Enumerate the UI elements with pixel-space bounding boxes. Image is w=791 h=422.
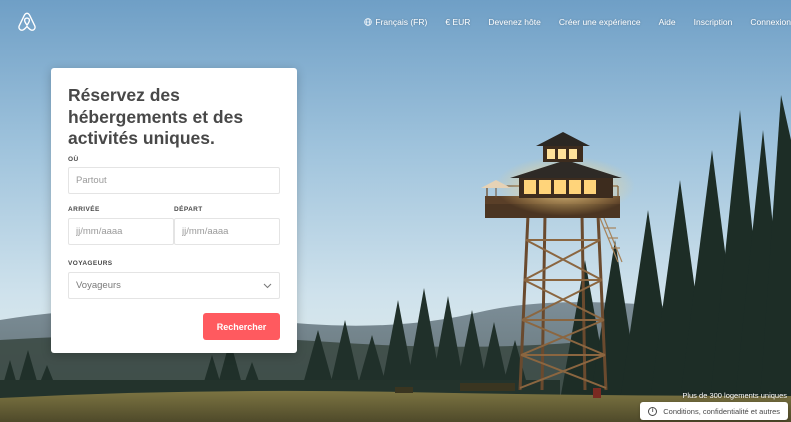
checkin-input[interactable] xyxy=(68,218,174,245)
top-navigation: Français (FR) € EUR Devenez hôte Créer u… xyxy=(0,0,791,44)
photo-caption[interactable]: Plus de 300 logements uniques xyxy=(682,391,787,400)
chevron-down-icon xyxy=(263,283,272,289)
where-label: OÙ xyxy=(68,156,79,163)
language-selector[interactable]: Français (FR) xyxy=(364,17,427,27)
guests-label: VOYAGEURS xyxy=(68,260,113,267)
search-card: Réservez des hébergements et des activit… xyxy=(51,68,297,353)
create-experience-link[interactable]: Créer une expérience xyxy=(559,17,641,27)
nav-links: Français (FR) € EUR Devenez hôte Créer u… xyxy=(364,0,791,44)
guests-select-value: Voyageurs xyxy=(76,280,121,291)
become-host-link[interactable]: Devenez hôte xyxy=(488,17,540,27)
legal-footer-label: Conditions, confidentialité et autres xyxy=(663,406,780,416)
checkout-input[interactable] xyxy=(174,218,280,245)
checkin-label: ARRIVÉE xyxy=(68,206,100,213)
currency-selector[interactable]: € EUR xyxy=(445,17,470,27)
signup-link[interactable]: Inscription xyxy=(694,17,733,27)
search-card-title: Réservez des hébergements et des activit… xyxy=(68,85,244,148)
info-icon: i xyxy=(648,406,658,416)
checkout-label: DÉPART xyxy=(174,206,203,213)
airbnb-logo-mark xyxy=(18,12,36,31)
where-input[interactable] xyxy=(68,167,280,194)
airbnb-logo-icon[interactable] xyxy=(16,11,38,33)
login-link[interactable]: Connexion xyxy=(750,17,791,27)
hero-background: Français (FR) € EUR Devenez hôte Créer u… xyxy=(0,0,791,422)
help-link[interactable]: Aide xyxy=(659,17,676,27)
search-button[interactable]: Rechercher xyxy=(203,313,280,340)
globe-icon xyxy=(364,18,373,26)
guests-select[interactable]: Voyageurs xyxy=(68,272,280,299)
legal-footer-button[interactable]: i Conditions, confidentialité et autres xyxy=(640,402,788,420)
language-label: Français (FR) xyxy=(375,17,428,27)
